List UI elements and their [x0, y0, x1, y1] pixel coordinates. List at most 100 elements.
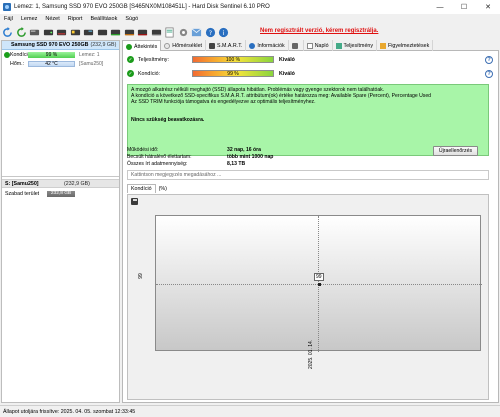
menu-help[interactable]: Súgó: [121, 16, 142, 22]
menu-report[interactable]: Riport: [64, 16, 87, 22]
refresh-all-icon[interactable]: [16, 26, 27, 38]
disk-condition-row: Kondíció: 99 % Lemez: 1: [2, 50, 119, 59]
disk-report-icon[interactable]: [124, 27, 135, 38]
condition-help-icon[interactable]: ?: [485, 70, 493, 78]
refresh-icon[interactable]: [2, 26, 13, 38]
disk-icon[interactable]: [29, 27, 40, 38]
minimize-button[interactable]: —: [428, 0, 452, 14]
toolbar: ? i: [0, 24, 500, 40]
disk-list-panel: Samsung SSD 970 EVO 250GB (232,9 GB) Kon…: [1, 40, 120, 403]
tab-disk[interactable]: [289, 40, 304, 51]
alert-icon: [380, 42, 386, 49]
disk-settings-icon[interactable]: [137, 27, 148, 38]
chart-tabs: Kondíció (%): [127, 184, 170, 193]
close-button[interactable]: ✕: [476, 0, 500, 14]
window-controls: — ☐ ✕: [428, 0, 500, 14]
condition-bar: 99 %: [192, 70, 274, 77]
uptime-value: 32 nap, 16 óra: [227, 146, 261, 153]
volume-free-row: Szabad terület 232,8 GB: [2, 189, 119, 198]
data-written-value: 8,13 TB: [227, 160, 246, 167]
title-bar: Lemez: 1, Samsung SSD 970 EVO 250GB [S46…: [0, 0, 500, 14]
disk-entry[interactable]: Samsung SSD 970 EVO 250GB (232,9 GB): [2, 41, 119, 50]
chart-point-label: 99: [314, 273, 324, 281]
chart-plot-area: 99: [155, 215, 482, 352]
volume-name: S: [Samu250]: [5, 180, 39, 187]
tab-performance[interactable]: Teljesítmény: [333, 40, 377, 51]
tab-alerts[interactable]: Figyelmeztetések: [377, 40, 434, 51]
free-space-label: Szabad terület: [5, 190, 40, 197]
tab-smart[interactable]: S.M.A.R.T.: [206, 40, 247, 51]
disk-smart-icon[interactable]: [83, 27, 94, 38]
tab-bar: Áttekintés Hőmérséklet S.M.A.R.T. Inform…: [122, 40, 499, 52]
chart-tab-percent[interactable]: (%): [156, 185, 170, 193]
recheck-button[interactable]: Újraellenőrzés: [433, 146, 478, 156]
disk-size: (232,9 GB): [90, 42, 117, 48]
tab-information[interactable]: Információk: [246, 40, 289, 51]
disk-number: Lemez: 1: [79, 51, 100, 58]
disk-temperature-label: Hőm.:: [10, 60, 25, 67]
menu-file[interactable]: Fájl: [0, 16, 17, 22]
condition-row: ✓ Kondíció: 99 % Kiváló: [127, 69, 295, 78]
unregistered-link[interactable]: Nem regisztrált verzió, kérem regisztrál…: [260, 28, 378, 34]
info-icon[interactable]: i: [218, 27, 229, 38]
chart-tab-condition[interactable]: Kondíció: [127, 184, 156, 193]
disk-alert-icon[interactable]: [110, 27, 121, 38]
data-written-label: Összes írt adatmennyiség:: [127, 160, 188, 167]
remaining-life-label: Becsült hátralévő élettartam:: [127, 153, 192, 160]
app-icon: [3, 3, 11, 11]
free-space-bar: 232,8 GB: [47, 190, 75, 197]
report-send-icon[interactable]: [191, 27, 202, 38]
menu-settings[interactable]: Beállítások: [86, 16, 121, 22]
performance-row: ✓ Teljesítmény: 100 % Kiváló: [127, 55, 295, 64]
disk-info-icon[interactable]: [43, 27, 54, 38]
settings-gear-icon[interactable]: [178, 27, 189, 38]
help-icon[interactable]: ?: [205, 27, 216, 38]
menu-disk[interactable]: Lemez: [17, 16, 42, 22]
thermometer-icon: [164, 42, 171, 49]
maximize-button[interactable]: ☐: [452, 0, 476, 14]
comment-field[interactable]: Kattintson megjegyzés megadásához ...: [127, 170, 489, 180]
main-area: Áttekintés Hőmérséklet S.M.A.R.T. Inform…: [122, 40, 499, 403]
app-window: Lemez: 1, Samsung SSD 970 EVO 250GB [S46…: [0, 0, 500, 417]
splitter[interactable]: [2, 176, 119, 177]
report-document-icon[interactable]: [164, 27, 175, 38]
disk-test-icon[interactable]: [56, 27, 67, 38]
chart-data-point: [317, 282, 321, 286]
information-icon: [249, 42, 256, 49]
disk-volume-name: [Samu250]: [79, 60, 104, 67]
svg-text:i: i: [223, 28, 225, 36]
log-icon: [306, 42, 313, 49]
performance-help-icon[interactable]: ?: [485, 56, 493, 64]
disk-surface-icon[interactable]: [70, 27, 81, 38]
disk-log-icon[interactable]: [151, 27, 162, 38]
menu-view[interactable]: Nézet: [41, 16, 63, 22]
condition-label: Kondíció:: [138, 70, 161, 77]
smart-icon: [209, 42, 215, 49]
tab-temperature[interactable]: Hőmérséklet: [161, 40, 206, 51]
save-icon[interactable]: [131, 198, 138, 205]
volume-entry[interactable]: S: [Samu250] (232,9 GB): [2, 179, 119, 188]
health-ok-icon: [4, 51, 10, 58]
performance-ok-icon: ✓: [127, 56, 134, 63]
menu-bar: Fájl Lemez Nézet Riport Beállítások Súgó: [0, 14, 500, 24]
status-hint: Nincs szükség beavatkozásra.: [131, 116, 205, 123]
uptime-row: Működési idő: 32 nap, 16 óra: [127, 146, 261, 153]
x-tick-label: 2025. 01. 14.: [308, 339, 314, 369]
disk-monitor-icon[interactable]: [97, 27, 108, 38]
remaining-life-value: több mint 1000 nap: [227, 153, 274, 160]
disk-name: Samsung SSD 970 EVO 250GB: [11, 42, 89, 48]
tab-log[interactable]: Napló: [304, 40, 333, 51]
overview-icon: [126, 43, 132, 50]
status-text: Állapot utoljára frissítve: 2025. 04. 05…: [3, 408, 136, 415]
svg-text:?: ?: [208, 28, 211, 36]
window-title: Lemez: 1, Samsung SSD 970 EVO 250GB [S46…: [14, 4, 270, 10]
performance-bar: 100 %: [192, 56, 274, 63]
y-tick-label: 99: [137, 273, 144, 279]
volume-size: (232,9 GB): [64, 180, 90, 187]
performance-rating: Kiváló: [279, 56, 295, 63]
status-bar: Állapot utoljára frissítve: 2025. 04. 05…: [0, 405, 500, 417]
condition-chart: 99 99 2025. 01. 14.: [127, 194, 489, 400]
data-written-row: Összes írt adatmennyiség: 8,13 TB: [127, 160, 245, 167]
disk-temperature-row: Hőm.: 42 °C [Samu250]: [2, 59, 119, 68]
uptime-label: Működési idő:: [127, 146, 159, 153]
